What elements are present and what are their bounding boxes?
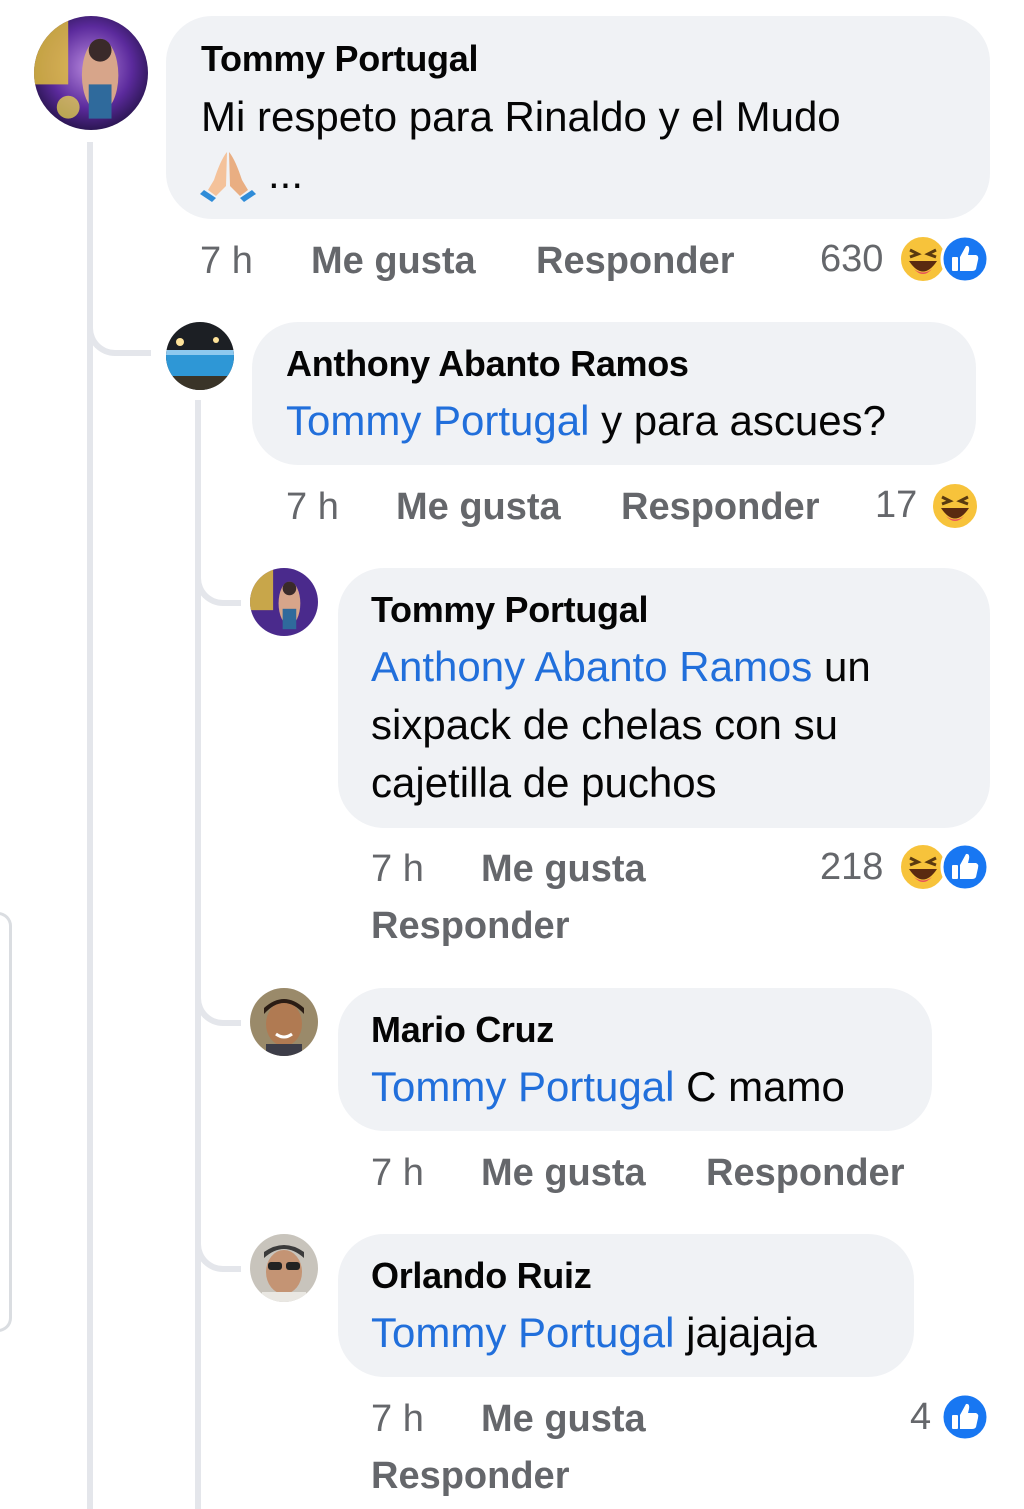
comment-author[interactable]: Tommy Portugal — [371, 589, 648, 631]
comment-author[interactable]: Tommy Portugal — [201, 38, 478, 80]
like-icon — [940, 842, 990, 892]
comment-text-body: y para ascues? — [589, 397, 886, 444]
comment-time[interactable]: 7 h — [371, 848, 424, 891]
comment-author[interactable]: Orlando Ruiz — [371, 1255, 592, 1297]
thread-connector — [195, 1216, 241, 1272]
comment-time[interactable]: 7 h — [371, 1398, 424, 1441]
comment-text: cajetilla de puchos — [371, 759, 717, 806]
comment-text: Tommy Portugal jajajaja — [371, 1304, 817, 1362]
comment-time[interactable]: 7 h — [286, 486, 339, 529]
see-more-ellipsis[interactable]: ... — [268, 150, 303, 198]
thread-connector — [87, 300, 151, 356]
thread-line-main — [87, 142, 93, 1509]
avatar[interactable] — [250, 1234, 318, 1302]
reply-button[interactable]: Responder — [621, 486, 819, 529]
comment-time[interactable]: 7 h — [200, 240, 253, 283]
comment-time[interactable]: 7 h — [371, 1152, 424, 1195]
mention-link[interactable]: Tommy Portugal — [371, 1063, 674, 1110]
comment-text-body: un — [812, 643, 871, 690]
reply-button[interactable]: Responder — [536, 240, 734, 283]
like-button[interactable]: Me gusta — [481, 848, 646, 891]
mention-link[interactable]: Tommy Portugal — [286, 397, 589, 444]
avatar-image — [34, 16, 148, 130]
like-icon — [940, 234, 990, 284]
haha-icon — [930, 481, 980, 531]
like-icon — [940, 1392, 990, 1442]
reaction-count[interactable]: 4 — [910, 1396, 931, 1439]
reply-button[interactable]: Responder — [371, 1455, 569, 1498]
comment-author[interactable]: Anthony Abanto Ramos — [286, 343, 689, 385]
reaction-count[interactable]: 630 — [820, 238, 883, 281]
avatar-image — [250, 1234, 318, 1302]
reply-button[interactable]: Responder — [371, 905, 569, 948]
comment-text: Tommy Portugal y para ascues? — [286, 392, 886, 450]
avatar[interactable] — [166, 322, 234, 390]
comment-text-body: C mamo — [674, 1063, 845, 1110]
avatar-image — [250, 568, 318, 636]
avatar[interactable] — [250, 988, 318, 1056]
avatar[interactable] — [250, 568, 318, 636]
avatar-image — [250, 988, 318, 1056]
reaction-count[interactable]: 17 — [875, 484, 917, 527]
thread-connector — [195, 970, 241, 1026]
like-button[interactable]: Me gusta — [311, 240, 476, 283]
mention-link[interactable]: Anthony Abanto Ramos — [371, 643, 812, 690]
comment-text: Tommy Portugal C mamo — [371, 1058, 845, 1116]
like-button[interactable]: Me gusta — [396, 486, 561, 529]
like-button[interactable]: Me gusta — [481, 1398, 646, 1441]
comment-text: Anthony Abanto Ramos un — [371, 638, 871, 696]
thread-connector — [195, 550, 241, 606]
reply-button[interactable]: Responder — [706, 1152, 904, 1195]
comment-author[interactable]: Mario Cruz — [371, 1009, 554, 1051]
avatar[interactable] — [34, 16, 148, 130]
like-button[interactable]: Me gusta — [481, 1152, 646, 1195]
mention-link[interactable]: Tommy Portugal — [371, 1309, 674, 1356]
praying-hands-emoji — [200, 146, 256, 202]
reaction-count[interactable]: 218 — [820, 846, 883, 889]
comment-text: Mi respeto para Rinaldo y el Mudo — [201, 93, 841, 140]
comment-text: sixpack de chelas con su — [371, 701, 838, 748]
comment-text-body: jajajaja — [674, 1309, 817, 1356]
scrollbar-edge — [0, 912, 12, 1332]
avatar-image — [166, 322, 234, 390]
